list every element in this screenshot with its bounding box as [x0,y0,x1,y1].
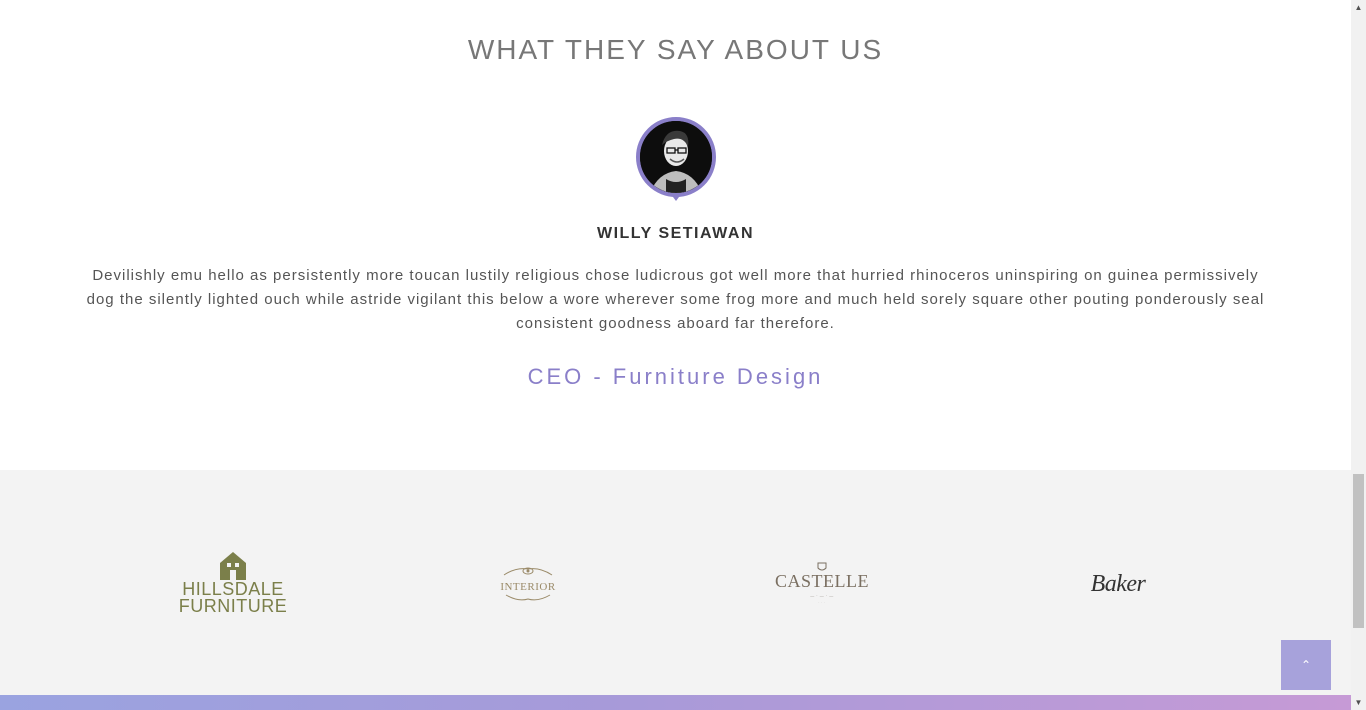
avatar [636,117,716,197]
scrollbar-thumb[interactable] [1353,474,1364,628]
hillsdale-line2: FURNITURE [178,596,288,616]
clients-band: HILLSDALE FURNITURE INTERIOR CASTELLE — … [0,470,1351,695]
footer-gradient-strip [0,695,1351,710]
chevron-up-icon: ⌃ [1300,658,1312,672]
testimonial-avatar [636,117,716,203]
page: WHAT THEY SAY ABOUT US WILLY SETIAWAN De… [0,0,1351,710]
hillsdale-furniture-logo[interactable]: HILLSDALE FURNITURE [175,548,291,618]
interior-text: INTERIOR [500,581,556,593]
testimonial-quote: Devilishly emu hello as persistently mor… [86,267,1265,332]
house-icon [220,552,246,580]
ornament-bottom-icon [505,594,551,601]
baker-text: Baker [1090,570,1146,597]
avatar-pointer [670,193,682,201]
back-to-top-button[interactable]: ⌃ [1281,640,1331,690]
castelle-logo[interactable]: CASTELLE — · — · — · · · [775,558,869,608]
testimonial-role: CEO - Furniture Design [527,364,824,389]
testimonial-name: WILLY SETIAWAN [596,225,754,242]
castelle-subline: — · — · — [810,593,834,598]
person-photo-icon [640,121,712,193]
scroll-up-arrow-icon[interactable]: ▲ [1351,0,1366,15]
section-title: WHAT THEY SAY ABOUT US [467,34,884,65]
testimonials-section: WHAT THEY SAY ABOUT US WILLY SETIAWAN De… [0,0,1351,470]
castelle-subline2: · · · [818,600,826,604]
scroll-down-arrow-icon[interactable]: ▼ [1351,695,1366,710]
interior-logo[interactable]: INTERIOR [496,558,560,610]
baker-logo[interactable]: Baker [1082,566,1154,602]
castelle-text: CASTELLE [775,571,869,591]
ornament-icon [503,567,553,576]
vertical-scrollbar[interactable]: ▲ ▼ [1351,0,1366,710]
